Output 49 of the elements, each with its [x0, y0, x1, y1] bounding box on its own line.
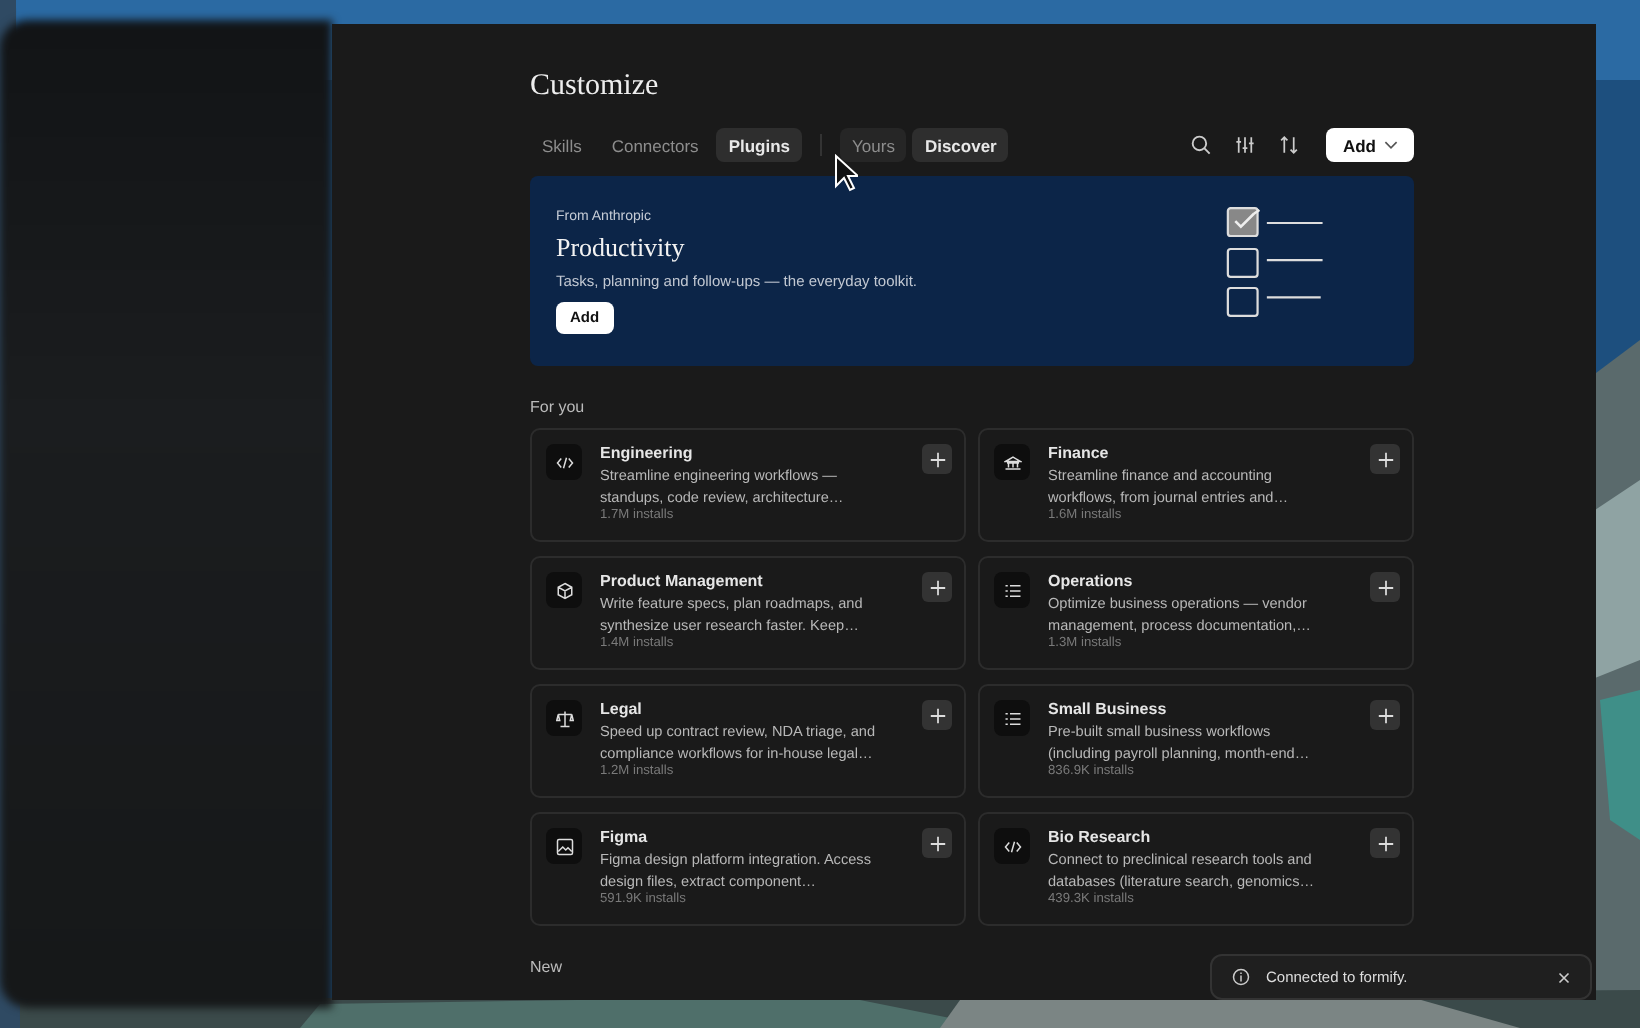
plus-icon: [1377, 835, 1393, 851]
plus-icon: [1377, 707, 1393, 723]
search-icon[interactable]: [1190, 134, 1213, 156]
scale-icon: [555, 709, 573, 727]
banner-title: Productivity: [556, 231, 687, 263]
plus-icon: [1377, 451, 1393, 467]
add-plugin-button[interactable]: [922, 828, 952, 858]
sliders-icon[interactable]: [1234, 134, 1257, 156]
caret-icon: [1384, 140, 1398, 150]
plugin-name: Product Management: [600, 572, 765, 590]
filter-tab[interactable]: Discover: [912, 128, 1009, 162]
sort-icon[interactable]: [1278, 134, 1301, 156]
tab[interactable]: Skills: [530, 128, 594, 162]
add-plugin-button[interactable]: [1370, 572, 1400, 602]
bank-icon: [1003, 453, 1021, 471]
add-plugin-button[interactable]: [1370, 700, 1400, 730]
tab[interactable]: Plugins: [716, 128, 803, 162]
tab[interactable]: Connectors: [599, 128, 711, 162]
checklist-icon: [1003, 581, 1021, 599]
plugin-name: Finance: [1048, 444, 1111, 462]
plugin-name: Engineering: [600, 444, 695, 462]
plus-icon: [929, 451, 945, 467]
info-icon: [1232, 968, 1250, 986]
section-heading: For you: [530, 398, 587, 416]
filter-tab[interactable]: Yours: [840, 128, 907, 162]
code-icon: [1003, 837, 1021, 855]
plugin-name: Legal: [600, 700, 644, 718]
add-plugin-button[interactable]: [922, 572, 952, 602]
cursor-icon: [834, 154, 858, 192]
section-heading: New: [530, 958, 565, 976]
plus-icon: [1377, 579, 1393, 595]
code-icon: [555, 453, 573, 471]
plus-icon: [929, 835, 945, 851]
plugin-name: Operations: [1048, 572, 1135, 590]
add-plugin-button[interactable]: [1370, 828, 1400, 858]
page-title: Customize: [530, 68, 661, 104]
plus-icon: [929, 579, 945, 595]
plugin-name: Small Business: [1048, 700, 1169, 718]
cube-icon: [555, 581, 573, 599]
plugin-name: Bio Research: [1048, 828, 1153, 846]
add-button[interactable]: Add: [1326, 128, 1414, 162]
close-icon[interactable]: [1558, 971, 1570, 983]
add-plugin-button[interactable]: [922, 444, 952, 474]
add-plugin-button[interactable]: [1370, 444, 1400, 474]
add-plugin-button[interactable]: [922, 700, 952, 730]
plus-icon: [929, 707, 945, 723]
plugin-name: Figma: [600, 828, 650, 846]
checklist-icon: [1003, 709, 1021, 727]
image-icon: [555, 837, 573, 855]
